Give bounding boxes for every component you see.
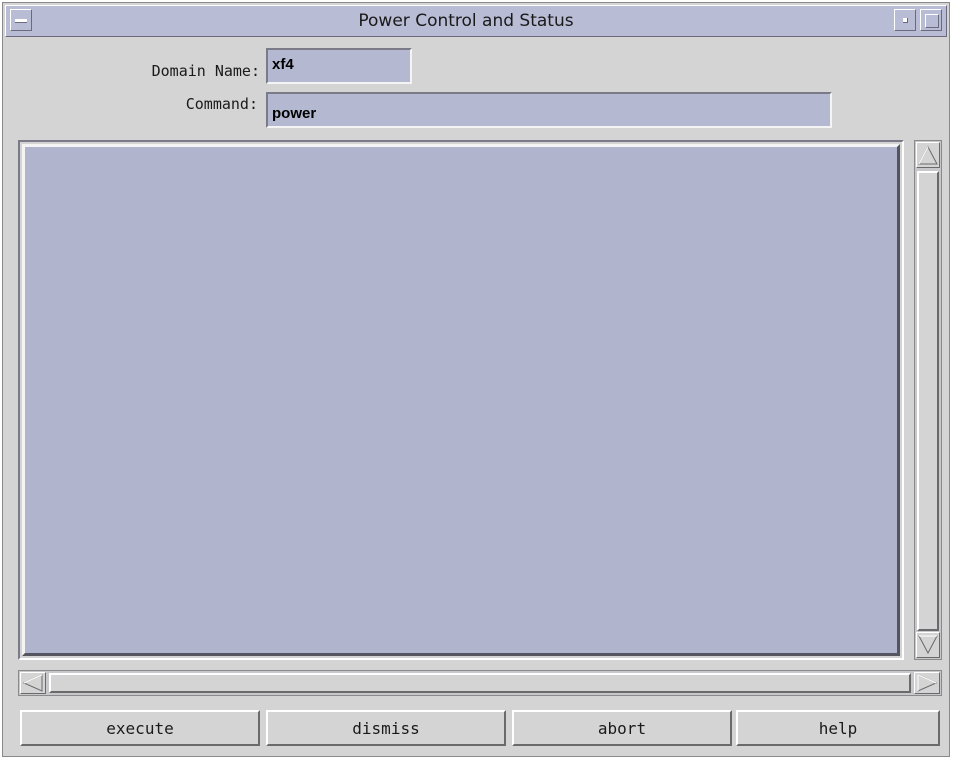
scroll-right-button[interactable] [914,672,940,694]
horizontal-scrollbar[interactable] [18,670,942,696]
arrow-right-icon [917,674,938,692]
arrow-left-icon [22,674,43,692]
vertical-scroll-thumb[interactable] [917,171,939,631]
help-button[interactable]: help [736,710,940,746]
scroll-left-button[interactable] [20,672,46,694]
window-title: Power Control and Status [358,11,574,31]
command-field[interactable]: power [266,92,832,128]
domain-name-label: Domain Name: [151,62,260,80]
execute-button[interactable]: execute [20,710,260,746]
window-menu-icon [15,19,27,23]
vertical-scrollbar[interactable] [914,140,942,660]
command-label: Command: [185,95,258,113]
minimize-button[interactable] [894,9,916,31]
scroll-down-button[interactable] [916,632,940,658]
abort-button[interactable]: abort [512,710,732,746]
minimize-icon [903,18,908,23]
scroll-up-button[interactable] [916,142,940,168]
dismiss-button[interactable]: dismiss [266,710,506,746]
window-menu-button[interactable] [10,9,32,31]
horizontal-scroll-thumb[interactable] [49,673,911,693]
maximize-button[interactable] [920,9,942,31]
arrow-down-icon [918,635,938,655]
output-text-area[interactable] [22,144,900,656]
maximize-icon [925,14,939,28]
output-area-frame [18,140,904,660]
domain-name-field[interactable]: xf4 [266,48,412,84]
arrow-up-icon [918,145,938,165]
title-bar[interactable]: Power Control and Status [5,5,947,37]
